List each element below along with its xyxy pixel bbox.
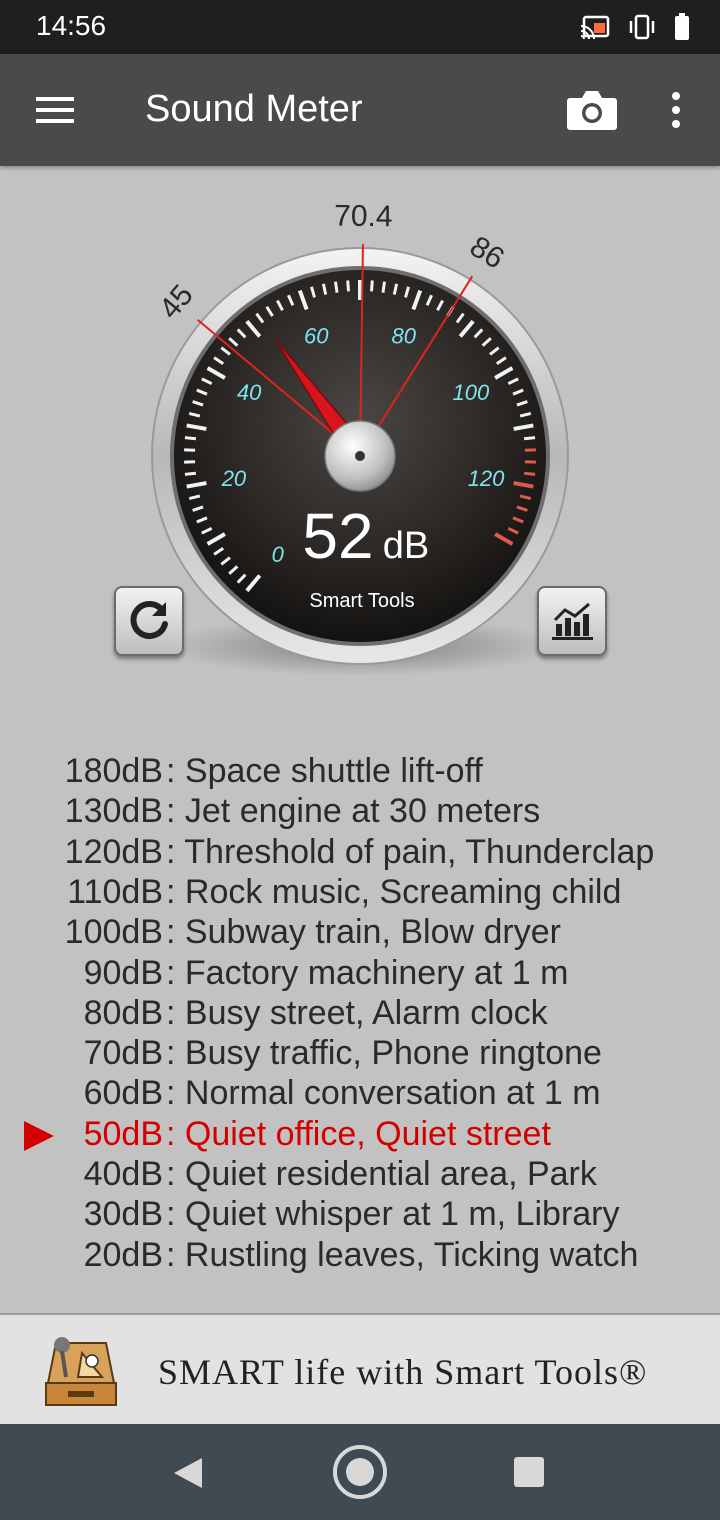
reference-row: 100dB: Subway train, Blow dryer: [0, 913, 720, 953]
back-icon[interactable]: [170, 1456, 206, 1490]
reference-description: : Factory machinery at 1 m: [166, 953, 569, 992]
reference-description: : Threshold of pain, Thunderclap: [166, 832, 655, 871]
gauge-tick: [346, 280, 350, 292]
vibrate-icon: [629, 14, 655, 40]
recents-icon[interactable]: [513, 1456, 545, 1488]
marker-label: 70.4: [334, 200, 393, 234]
scale-label: 0: [272, 542, 285, 567]
reference-row: 180dB: Space shuttle lift-off: [0, 752, 720, 792]
scale-label: 100: [452, 380, 489, 405]
reference-row: 90dB: Factory machinery at 1 m: [0, 954, 720, 994]
reference-description: : Quiet whisper at 1 m, Library: [166, 1195, 620, 1234]
cast-icon: [580, 15, 610, 39]
reference-db: 70dB: [83, 1034, 163, 1073]
sound-gauge: 0 20 40 60 80 100 120 45 70.4 86 52 dB Smart Too…: [0, 166, 720, 726]
reference-db: 40dB: [83, 1155, 163, 1193]
gauge-tick: [184, 436, 197, 441]
reference-row: 30dB: Quiet whisper at 1 m, Library: [0, 1195, 720, 1235]
reference-description: : Quiet residential area, Park: [166, 1155, 597, 1193]
reference-db: 50dB: [83, 1114, 163, 1153]
reference-description: : Rock music, Screaming child: [166, 872, 622, 911]
banner-slogan: SMART life with Smart Tools®: [158, 1352, 648, 1392]
status-time: 14:56: [36, 10, 107, 41]
gauge-tick: [381, 281, 386, 293]
reference-row: 20dB: Rustling leaves, Ticking watch: [0, 1236, 720, 1276]
reference-db: 80dB: [83, 993, 163, 1032]
gauge-tick: [523, 471, 536, 476]
reference-description: : Subway train, Blow dryer: [166, 913, 561, 952]
scale-label: 40: [237, 380, 262, 405]
reset-button[interactable]: [114, 586, 184, 656]
scale-label: 120: [468, 466, 505, 491]
reference-db: 180dB: [64, 752, 163, 790]
reference-db: 60dB: [83, 1074, 163, 1113]
reference-description: : Rustling leaves, Ticking watch: [166, 1235, 639, 1274]
reference-row: 80dB: Busy street, Alarm clock: [0, 994, 720, 1034]
reference-description: : Jet engine at 30 meters: [166, 792, 541, 831]
menu-icon[interactable]: [36, 94, 76, 126]
reference-description: : Busy traffic, Phone ringtone: [166, 1034, 602, 1073]
reference-description: : Busy street, Alarm clock: [166, 993, 548, 1032]
reference-row: 50dB: Quiet office, Quiet street: [0, 1115, 720, 1155]
reference-row: 120dB: Threshold of pain, Thunderclap: [0, 833, 720, 873]
reference-db: 130dB: [64, 792, 163, 831]
reference-row: 110dB: Rock music, Screaming child: [0, 873, 720, 913]
refresh-icon: [130, 601, 168, 639]
reference-row: 60dB: Normal conversation at 1 m: [0, 1074, 720, 1114]
marker-label: 45: [153, 279, 200, 326]
current-level-arrow-icon: [24, 1120, 54, 1151]
chart-button[interactable]: [537, 586, 607, 656]
reference-row: 40dB: Quiet residential area, Park: [0, 1155, 720, 1195]
reference-db: 90dB: [83, 953, 163, 992]
reference-db: 100dB: [64, 913, 163, 952]
chart-icon: [552, 602, 593, 640]
gauge-tick: [184, 471, 197, 476]
app-title: Sound Meter: [145, 88, 363, 130]
camera-icon[interactable]: [566, 88, 618, 132]
scale-label: 60: [304, 324, 329, 349]
reference-description: : Normal conversation at 1 m: [166, 1074, 601, 1113]
gauge-tick: [523, 436, 536, 441]
reading-value: 52: [302, 500, 373, 572]
status-icons: [580, 12, 690, 42]
scale-label: 20: [221, 466, 247, 491]
gauge-brand: Smart Tools: [309, 590, 414, 612]
home-icon[interactable]: [330, 1442, 390, 1502]
reference-row: 70dB: Busy traffic, Phone ringtone: [0, 1034, 720, 1074]
gauge-tick: [334, 281, 339, 293]
marker-label: 86: [464, 230, 510, 276]
reference-db: 110dB: [67, 872, 163, 911]
app-bar: Sound Meter: [0, 54, 720, 166]
more-options-icon[interactable]: [664, 90, 688, 130]
status-bar: 14:56: [0, 0, 720, 54]
toolbox-logo-icon: [45, 1337, 117, 1406]
gauge-tick: [370, 280, 374, 292]
scale-label: 80: [392, 324, 417, 349]
reference-row: 130dB: Jet engine at 30 meters: [0, 792, 720, 832]
reference-db: 20dB: [83, 1235, 163, 1274]
navigation-bar: [0, 1424, 720, 1520]
gauge-dial: 0 20 40 60 80 100 120 45 70.4 86 52 dB Smart Too…: [151, 200, 569, 676]
reading-unit: dB: [383, 525, 429, 567]
smart-tools-banner[interactable]: SMART life with Smart Tools®: [0, 1313, 720, 1424]
reference-description: : Space shuttle lift-off: [166, 752, 483, 790]
reference-db: 120dB: [64, 832, 163, 871]
battery-icon: [675, 13, 689, 40]
reference-description: : Quiet office, Quiet street: [166, 1114, 551, 1153]
reference-db: 30dB: [83, 1195, 163, 1234]
